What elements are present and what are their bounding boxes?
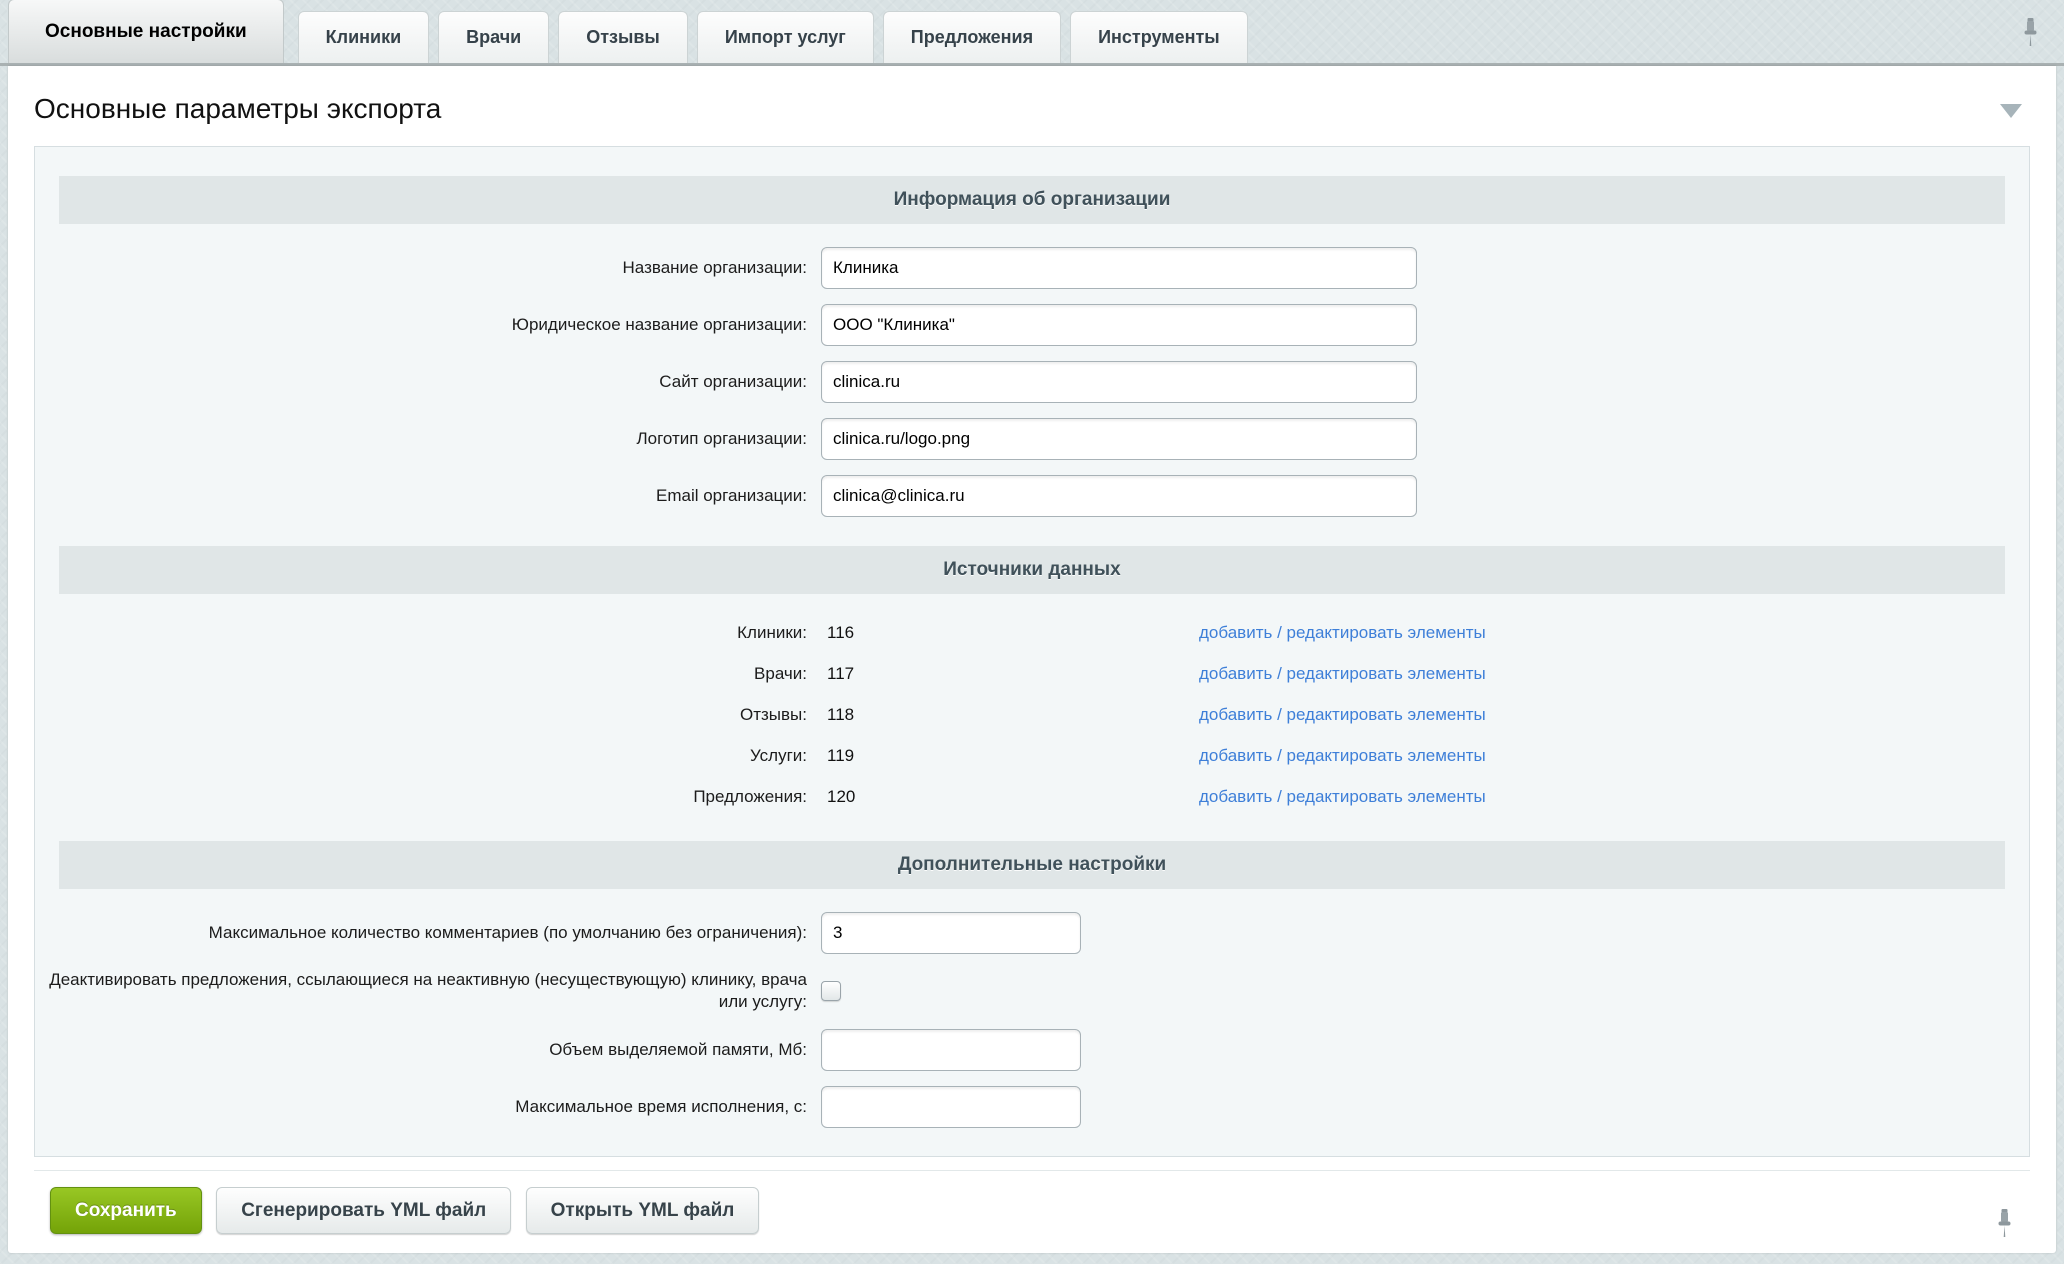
organization-fields: Название организации: Юридическое назван…: [35, 224, 2029, 517]
source-services-count: 119: [821, 746, 1199, 766]
org-site-input[interactable]: [821, 361, 1417, 403]
source-clinics-edit-link[interactable]: добавить / редактировать элементы: [1199, 623, 1486, 643]
max-comments-input[interactable]: [821, 912, 1081, 954]
source-reviews-count: 118: [821, 705, 1199, 725]
org-email-label: Email организации:: [35, 485, 821, 507]
tab-doctors[interactable]: Врачи: [438, 11, 549, 63]
memory-limit-input[interactable]: [821, 1029, 1081, 1071]
org-logo-input[interactable]: [821, 418, 1417, 460]
tab-tools[interactable]: Инструменты: [1070, 11, 1248, 63]
pushpin-icon[interactable]: [1997, 1209, 2012, 1243]
section-header-extra: Дополнительные настройки: [59, 841, 2005, 889]
form-row-deactivate-offers: Деактивировать предложения, ссылающиеся …: [35, 969, 2029, 1013]
org-name-label: Название организации:: [35, 257, 821, 279]
max-exec-time-input[interactable]: [821, 1086, 1081, 1128]
max-comments-label: Максимальное количество комментариев (по…: [35, 922, 821, 944]
source-reviews-edit-link[interactable]: добавить / редактировать элементы: [1199, 705, 1486, 725]
form-row-memory-limit: Объем выделяемой памяти, Мб:: [35, 1029, 2029, 1071]
form-row-org-legal-name: Юридическое название организации:: [35, 304, 2029, 346]
org-name-input[interactable]: [821, 247, 1417, 289]
org-logo-label: Логотип организации:: [35, 428, 821, 450]
source-row-clinics: Клиники: 116 добавить / редактировать эл…: [35, 612, 2029, 653]
source-doctors-count: 117: [821, 664, 1199, 684]
pushpin-icon[interactable]: [2023, 18, 2038, 52]
org-site-label: Сайт организации:: [35, 371, 821, 393]
source-row-reviews: Отзывы: 118 добавить / редактировать эле…: [35, 694, 2029, 735]
source-row-offers: Предложения: 120 добавить / редактироват…: [35, 776, 2029, 817]
source-offers-count: 120: [821, 787, 1199, 807]
save-button[interactable]: Сохранить: [50, 1187, 202, 1234]
source-doctors-label: Врачи:: [35, 663, 821, 685]
source-doctors-edit-link[interactable]: добавить / редактировать элементы: [1199, 664, 1486, 684]
memory-limit-label: Объем выделяемой памяти, Мб:: [35, 1039, 821, 1061]
form-row-max-exec-time: Максимальное время исполнения, с:: [35, 1086, 2029, 1128]
chevron-down-icon[interactable]: [2000, 104, 2022, 118]
form-row-org-site: Сайт организации:: [35, 361, 2029, 403]
source-clinics-count: 116: [821, 623, 1199, 643]
tab-reviews[interactable]: Отзывы: [558, 11, 688, 63]
max-exec-time-label: Максимальное время исполнения, с:: [35, 1096, 821, 1118]
source-offers-label: Предложения:: [35, 786, 821, 808]
source-rows: Клиники: 116 добавить / редактировать эл…: [35, 594, 2029, 817]
tab-main-settings[interactable]: Основные настройки: [8, 0, 284, 63]
generate-yml-button[interactable]: Сгенерировать YML файл: [216, 1187, 511, 1234]
source-services-label: Услуги:: [35, 745, 821, 767]
main-content: Основные параметры экспорта Информация о…: [8, 66, 2056, 1253]
tab-offers[interactable]: Предложения: [883, 11, 1061, 63]
source-reviews-label: Отзывы:: [35, 704, 821, 726]
org-legal-name-input[interactable]: [821, 304, 1417, 346]
deactivate-offers-checkbox[interactable]: [821, 981, 841, 1001]
tab-strip: Основные настройки Клиники Врачи Отзывы …: [0, 0, 2064, 66]
footer-toolbar: Сохранить Сгенерировать YML файл Открыть…: [34, 1170, 2030, 1234]
source-services-edit-link[interactable]: добавить / редактировать элементы: [1199, 746, 1486, 766]
title-row: Основные параметры экспорта: [8, 66, 2056, 146]
settings-panel: Информация об организации Название орган…: [34, 146, 2030, 1157]
source-row-services: Услуги: 119 добавить / редактировать эле…: [35, 735, 2029, 776]
tab-import-services[interactable]: Импорт услуг: [697, 11, 874, 63]
org-legal-name-label: Юридическое название организации:: [35, 314, 821, 336]
form-row-org-logo: Логотип организации:: [35, 418, 2029, 460]
open-yml-button[interactable]: Открыть YML файл: [526, 1187, 760, 1234]
org-email-input[interactable]: [821, 475, 1417, 517]
tab-clinics[interactable]: Клиники: [298, 11, 430, 63]
form-row-max-comments: Максимальное количество комментариев (по…: [35, 912, 2029, 954]
section-header-sources: Источники данных: [59, 546, 2005, 594]
source-clinics-label: Клиники:: [35, 622, 821, 644]
extra-fields: Максимальное количество комментариев (по…: [35, 889, 2029, 1128]
form-row-org-email: Email организации:: [35, 475, 2029, 517]
source-offers-edit-link[interactable]: добавить / редактировать элементы: [1199, 787, 1486, 807]
deactivate-offers-label: Деактивировать предложения, ссылающиеся …: [35, 969, 821, 1013]
page-title: Основные параметры экспорта: [34, 92, 2030, 126]
source-row-doctors: Врачи: 117 добавить / редактировать элем…: [35, 653, 2029, 694]
form-row-org-name: Название организации:: [35, 247, 2029, 289]
section-header-organization: Информация об организации: [59, 176, 2005, 224]
